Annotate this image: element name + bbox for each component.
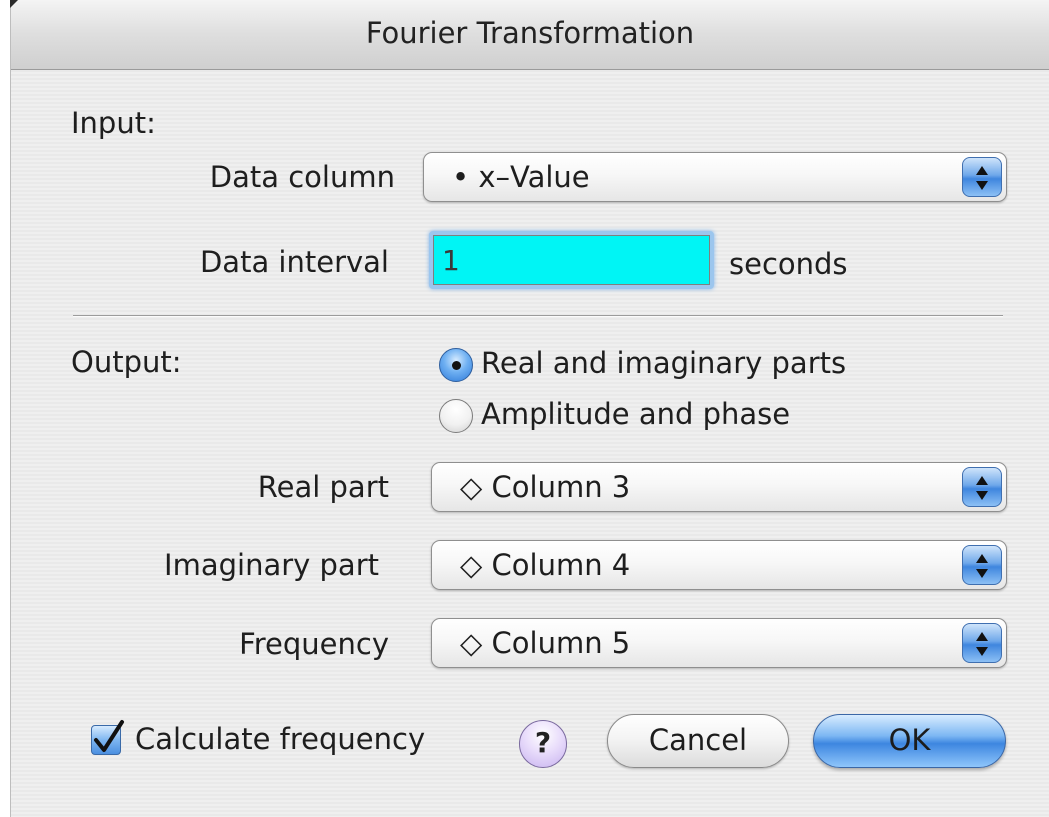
data-column-label: Data column <box>209 160 395 194</box>
real-part-popup[interactable]: ◇ Column 3 <box>431 462 1007 512</box>
data-interval-input[interactable] <box>433 235 710 285</box>
radio-dot <box>452 361 461 370</box>
radio-label-amplitude-phase[interactable]: Amplitude and phase <box>481 397 790 431</box>
popup-arrows-icon <box>962 157 1002 197</box>
radio-label-real-imaginary[interactable]: Real and imaginary parts <box>481 346 846 380</box>
popup-arrows-icon <box>962 467 1002 507</box>
frequency-popup[interactable]: ◇ Column 5 <box>431 618 1007 668</box>
ok-button[interactable]: OK <box>813 714 1006 768</box>
window-corner <box>10 0 18 8</box>
imaginary-part-label: Imaginary part <box>164 548 379 582</box>
frequency-label: Frequency <box>239 627 389 661</box>
help-button[interactable]: ? <box>519 720 567 768</box>
data-column-popup[interactable]: • x–Value <box>423 152 1007 202</box>
popup-arrows-icon <box>962 623 1002 663</box>
popup-arrows-icon <box>962 545 1002 585</box>
real-part-label: Real part <box>257 470 389 504</box>
window-title: Fourier Transformation <box>365 16 695 50</box>
output-section-label: Output: <box>71 345 182 379</box>
radio-unselected-icon[interactable] <box>439 399 473 433</box>
real-part-value: ◇ Column 3 <box>460 470 631 504</box>
imaginary-part-popup[interactable]: ◇ Column 4 <box>431 540 1007 590</box>
checkmark-icon <box>94 720 124 752</box>
data-interval-field-frame <box>429 231 714 289</box>
frequency-value: ◇ Column 5 <box>460 626 631 660</box>
title-bar[interactable]: Fourier Transformation <box>10 0 1049 70</box>
cancel-button[interactable]: Cancel <box>607 714 789 768</box>
data-column-value: • x–Value <box>452 160 590 194</box>
data-interval-label: Data interval <box>199 245 389 279</box>
calculate-frequency-checkbox[interactable] <box>91 720 124 755</box>
input-section-label: Input: <box>71 106 156 140</box>
calculate-frequency-label[interactable]: Calculate frequency <box>135 722 425 756</box>
radio-selected-icon[interactable] <box>439 348 473 382</box>
imaginary-part-value: ◇ Column 4 <box>460 548 631 582</box>
dialog-window: Fourier Transformation Input: Data colum… <box>10 0 1049 817</box>
section-divider <box>73 315 1003 317</box>
data-interval-unit: seconds <box>729 247 848 281</box>
